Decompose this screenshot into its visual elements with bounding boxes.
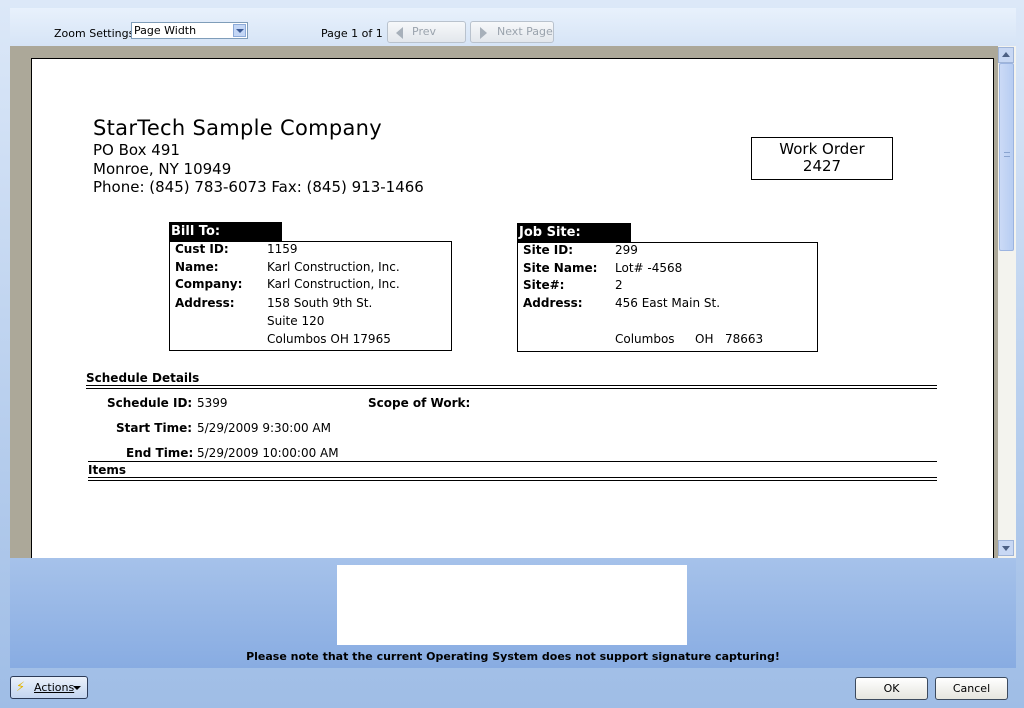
site-city: Columbos <box>615 332 675 346</box>
job-site-box: Site ID: 299 Site Name: Lot# -4568 Site#… <box>517 242 818 352</box>
name-value: Karl Construction, Inc. <box>267 260 400 274</box>
page-indicator: Page 1 of 1 <box>321 27 383 40</box>
site-id-value: 299 <box>615 243 638 257</box>
site-address-label: Address: <box>523 296 583 310</box>
chevron-down-icon[interactable] <box>233 24 246 37</box>
bill-address-label: Address: <box>175 296 235 310</box>
report-page: StarTech Sample Company PO Box 491 Monro… <box>31 58 994 558</box>
company-value: Karl Construction, Inc. <box>267 277 400 291</box>
job-site-header: Job Site: <box>517 223 631 243</box>
bill-to-header: Bill To: <box>169 222 282 242</box>
signature-box[interactable] <box>337 565 687 645</box>
company-label: Company: <box>175 277 243 291</box>
end-time-value: 5/29/2009 10:00:00 AM <box>197 446 339 460</box>
work-order-number: 2427 <box>802 157 842 175</box>
viewer-toolbar: Zoom Settings Page Width Page 1 of 1 Pre… <box>10 8 1016 58</box>
chevron-up-icon <box>1002 52 1010 57</box>
site-zip: 78663 <box>725 332 764 346</box>
next-page-label: Next Page <box>497 25 553 38</box>
items-top-rule <box>88 461 937 462</box>
prev-arrow-icon <box>396 27 403 39</box>
items-header: Items <box>88 463 126 477</box>
scroll-down-button[interactable] <box>998 540 1014 556</box>
actions-button[interactable]: ⚡ Actions <box>10 676 88 699</box>
start-time-label: Start Time: <box>116 421 193 435</box>
site-name-label: Site Name: <box>523 261 598 275</box>
schedule-details-header: Schedule Details <box>86 371 200 385</box>
next-arrow-icon <box>480 27 487 39</box>
site-address-line1: 456 East Main St. <box>615 296 721 310</box>
schedule-divider <box>86 385 937 389</box>
start-time-value: 5/29/2009 9:30:00 AM <box>197 421 331 435</box>
scroll-thumb[interactable] <box>999 63 1014 251</box>
cust-id-label: Cust ID: <box>175 242 229 256</box>
bill-address-line2: Suite 120 <box>267 314 325 328</box>
items-divider <box>88 477 937 481</box>
schedule-id-label: Schedule ID: <box>107 396 193 410</box>
site-number-value: 2 <box>615 278 623 292</box>
signature-note: Please note that the current Operating S… <box>246 650 780 663</box>
bill-address-line3: Columbos OH 17965 <box>267 332 391 346</box>
schedule-id-value: 5399 <box>197 396 228 410</box>
company-name: StarTech Sample Company <box>93 116 382 140</box>
site-id-label: Site ID: <box>523 243 574 257</box>
work-order-box: Work Order 2427 <box>751 137 893 180</box>
site-state: OH <box>695 332 714 346</box>
cust-id-value: 1159 <box>267 242 298 256</box>
next-page-button[interactable]: Next Page <box>470 21 554 43</box>
ok-button[interactable]: OK <box>855 677 928 700</box>
bill-address-line1: 158 South 9th St. <box>267 296 373 310</box>
cancel-button[interactable]: Cancel <box>935 677 1008 700</box>
signature-area: Please note that the current Operating S… <box>10 558 1016 668</box>
company-address-line1: PO Box 491 <box>93 141 180 159</box>
lightning-icon: ⚡ <box>16 680 26 695</box>
end-time-label: End Time: <box>126 446 194 460</box>
vertical-scrollbar[interactable] <box>998 46 1016 558</box>
chevron-down-icon <box>1002 546 1010 551</box>
zoom-select-value: Page Width <box>134 24 197 37</box>
company-phone-fax: Phone: (845) 783-6073 Fax: (845) 913-146… <box>93 178 424 196</box>
actions-label: Actions <box>34 681 75 694</box>
site-number-label: Site#: <box>523 278 565 292</box>
scope-of-work-label: Scope of Work: <box>368 396 471 410</box>
prev-page-button[interactable]: Prev Page <box>387 21 466 58</box>
bill-to-box: Cust ID: 1159 Name: Karl Construction, I… <box>169 241 452 351</box>
report-viewer[interactable]: StarTech Sample Company PO Box 491 Monro… <box>10 46 1016 558</box>
zoom-settings-label: Zoom Settings <box>54 27 135 40</box>
company-address-line2: Monroe, NY 10949 <box>93 160 232 178</box>
grip-icon <box>1004 152 1010 157</box>
scroll-up-button[interactable] <box>998 47 1014 63</box>
zoom-select[interactable]: Page Width <box>131 22 248 39</box>
name-label: Name: <box>175 260 219 274</box>
dropdown-arrow-icon <box>73 686 81 690</box>
work-order-label: Work Order <box>779 140 865 158</box>
site-name-value: Lot# -4568 <box>615 261 683 275</box>
